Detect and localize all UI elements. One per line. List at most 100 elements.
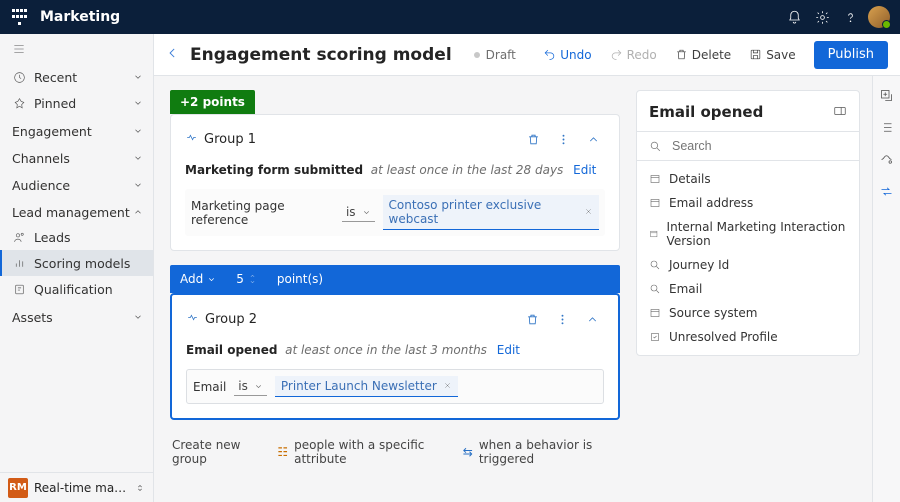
attribute-option[interactable]: ☷people with a specific attribute [277,438,446,466]
group-icon [186,311,199,327]
sidebar-item-label: Qualification [34,282,143,297]
clock-icon [12,70,26,84]
sidebar: Recent Pinned Engagement Channels Audien… [0,34,154,502]
chevron-down-icon [133,151,143,166]
search-icon [649,140,662,153]
value-token[interactable]: Contoso printer exclusive webcast [383,195,599,230]
publish-button[interactable]: Publish [814,41,888,69]
sidebar-section-lead-management[interactable]: Lead management [0,197,153,224]
bell-icon[interactable] [780,3,808,31]
area-label: Real-time marketi… [34,481,129,495]
save-button[interactable]: Save [743,41,801,69]
chevron-down-icon [133,178,143,193]
delete-group-icon[interactable] [521,127,545,151]
filter-row: Email is Printer Launch Newsletter [186,369,604,404]
area-badge: RM [8,478,28,498]
create-new-group-row: Create new group ☷people with a specific… [170,434,620,466]
leads-icon [12,230,26,244]
hamburger-icon[interactable] [0,34,153,64]
sidebar-item-leads[interactable]: Leads [0,224,153,250]
panel-item-email[interactable]: Email [637,277,859,301]
operator-select[interactable]: is [234,377,267,396]
panel-item-details[interactable]: Details [637,167,859,191]
group-name: Group 2 [205,312,257,327]
sidebar-section-audience[interactable]: Audience [0,170,153,197]
condition-summary: Email opened at least once in the last 3… [186,343,604,357]
behavior-option[interactable]: ⇆when a behavior is triggered [463,438,620,466]
delete-button[interactable]: Delete [669,41,737,69]
status-badge: Draft [474,48,516,62]
sidebar-item-label: Recent [34,70,125,85]
panel-search[interactable] [637,131,859,161]
filter-field-label: Email [193,380,226,394]
rail-add-icon[interactable] [878,86,896,104]
sidebar-item-label: Pinned [34,96,125,111]
create-group-label: Create new group [172,438,261,466]
stepper-icon[interactable] [248,273,257,285]
panel-item-imiv[interactable]: Internal Marketing Interaction Version [637,215,859,253]
sidebar-section-assets[interactable]: Assets [0,302,153,329]
qualification-icon [12,282,26,296]
search-input[interactable] [670,138,847,154]
rail-list-icon[interactable] [878,118,896,136]
remove-token-icon[interactable] [584,205,593,219]
gear-icon[interactable] [808,3,836,31]
sidebar-item-pinned[interactable]: Pinned [0,90,153,116]
condition-summary: Marketing form submitted at least once i… [185,163,605,177]
collapse-icon[interactable] [581,127,605,151]
panel-title: Email opened [649,103,763,121]
points-badge[interactable]: +2 points [170,90,255,114]
command-bar: Engagement scoring model Draft Undo Redo… [154,34,900,76]
chevron-up-icon [133,205,143,220]
add-points-pill[interactable]: Add 5 point(s) [170,265,620,293]
value-token[interactable]: Printer Launch Newsletter [275,376,458,397]
filter-row: Marketing page reference is Contoso prin… [185,189,605,236]
undo-button[interactable]: Undo [537,41,597,69]
help-icon[interactable] [836,3,864,31]
more-icon[interactable] [551,127,575,151]
app-launcher-icon[interactable] [10,8,28,26]
operator-select[interactable]: is [342,203,375,222]
panel-item-email-address[interactable]: Email address [637,191,859,215]
updown-icon [135,483,145,493]
sidebar-item-label: Scoring models [34,256,143,271]
collapse-icon[interactable] [580,307,604,331]
chevron-down-icon [133,124,143,139]
app-name: Marketing [40,9,120,25]
sidebar-item-scoring-models[interactable]: Scoring models [0,250,153,276]
more-icon[interactable] [550,307,574,331]
right-rail [872,76,900,502]
topbar: Marketing [0,0,900,34]
remove-token-icon[interactable] [443,379,452,393]
edit-condition-link[interactable]: Edit [573,163,596,177]
back-button[interactable] [166,46,180,63]
group-icon [185,131,198,147]
group-name: Group 1 [204,132,256,147]
panel-item-unresolved[interactable]: Unresolved Profile [637,325,859,349]
sidebar-item-label: Leads [34,230,143,245]
chevron-down-icon [133,310,143,325]
scoring-icon [12,256,26,270]
sidebar-item-recent[interactable]: Recent [0,64,153,90]
panel-expand-icon[interactable] [833,104,847,121]
panel-item-source[interactable]: Source system [637,301,859,325]
panel-item-journey[interactable]: Journey Id [637,253,859,277]
sidebar-item-qualification[interactable]: Qualification [0,276,153,302]
main: Engagement scoring model Draft Undo Redo… [154,34,900,502]
rail-zap-icon[interactable] [878,150,896,168]
avatar[interactable] [868,6,890,28]
sidebar-section-channels[interactable]: Channels [0,143,153,170]
chevron-down-icon [133,96,143,111]
area-switcher[interactable]: RM Real-time marketi… [0,472,153,502]
edit-condition-link[interactable]: Edit [497,343,520,357]
page-title: Engagement scoring model [190,45,452,65]
filter-field-label: Marketing page reference [191,199,334,227]
canvas: +2 points Group 1 Marketing form submitt… [154,76,636,502]
sidebar-section-engagement[interactable]: Engagement [0,116,153,143]
delete-group-icon[interactable] [520,307,544,331]
redo-button: Redo [604,41,663,69]
group-1-card[interactable]: Group 1 Marketing form submitted at leas… [170,114,620,251]
rail-behavior-icon[interactable] [878,182,896,200]
group-2-card[interactable]: Group 2 Email opened at least once in th… [170,293,620,420]
properties-panel: Email opened Details Email address Inter… [636,90,860,356]
